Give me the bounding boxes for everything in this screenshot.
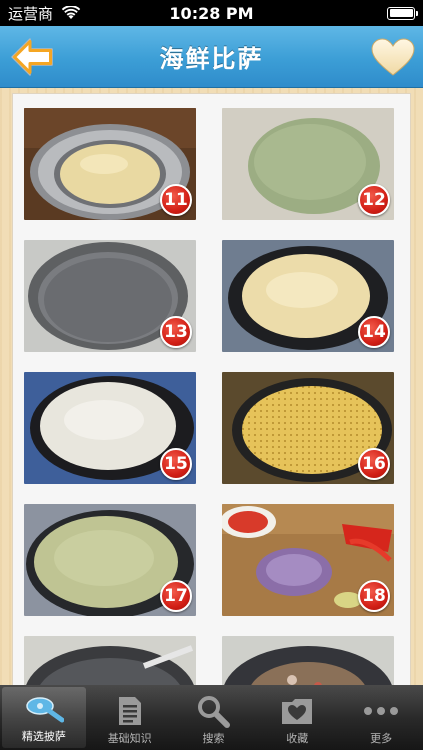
pizza-cutter-icon [24, 690, 64, 728]
step-number-badge: 16 [358, 448, 390, 480]
step-photo-card[interactable]: 15 [24, 372, 196, 484]
favorite-button[interactable] [367, 32, 419, 82]
step-number-badge: 14 [358, 316, 390, 348]
tab-favorites[interactable]: 收藏 [255, 685, 339, 750]
step-photo-card[interactable] [222, 636, 394, 685]
battery-icon [387, 6, 418, 20]
step-number-badge: 12 [358, 184, 390, 216]
tab-basics[interactable]: 基础知识 [88, 685, 172, 750]
wok-vegetables-photo [222, 636, 394, 685]
step-number-badge: 17 [160, 580, 192, 612]
tab-featured-pizza[interactable]: 精选披萨 [2, 687, 86, 748]
carrier-label: 运营商 [8, 4, 54, 23]
tab-label: 收藏 [286, 732, 309, 745]
status-left: 运营商 [8, 3, 81, 24]
wok-photo [24, 636, 196, 685]
step-photo-card[interactable] [24, 636, 196, 685]
step-number-badge: 11 [160, 184, 192, 216]
more-icon [363, 692, 399, 730]
heart-folder-icon [280, 692, 314, 730]
step-photo-card[interactable]: 17 [24, 504, 196, 616]
search-icon [196, 692, 231, 730]
step-photo-card[interactable]: 13 [24, 240, 196, 352]
page-title: 海鲜比萨 [159, 45, 264, 73]
step-number-badge: 13 [160, 316, 192, 348]
step-photo-card[interactable]: 12 [222, 108, 394, 220]
tab-label: 搜索 [202, 732, 225, 745]
document-icon [117, 692, 143, 730]
tab-label: 基础知识 [107, 732, 152, 745]
tab-label: 精选披萨 [21, 730, 66, 743]
step-photo-card[interactable]: 11 [24, 108, 196, 220]
back-button[interactable] [6, 32, 58, 82]
step-photo-card[interactable]: 16 [222, 372, 394, 484]
step-photo-grid: 11 12 13 14 15 16 17 18 [12, 93, 411, 685]
wifi-icon [61, 6, 81, 19]
step-photo-card[interactable]: 14 [222, 240, 394, 352]
heart-icon [371, 38, 415, 76]
step-number-badge: 15 [160, 448, 192, 480]
back-arrow-icon [11, 38, 53, 76]
tab-label: 更多 [370, 732, 393, 745]
tab-search[interactable]: 搜索 [172, 685, 256, 750]
step-number-badge: 18 [358, 580, 390, 612]
tab-more[interactable]: 更多 [339, 685, 423, 750]
tab-bar: 精选披萨 基础知识 搜索 收藏 更多 [0, 685, 423, 750]
step-photo-card[interactable]: 18 [222, 504, 394, 616]
navigation-bar: 海鲜比萨 [0, 26, 423, 88]
recipe-steps-area[interactable]: 11 12 13 14 15 16 17 18 [0, 88, 423, 685]
status-bar: 运营商 10:28 PM [0, 0, 423, 26]
